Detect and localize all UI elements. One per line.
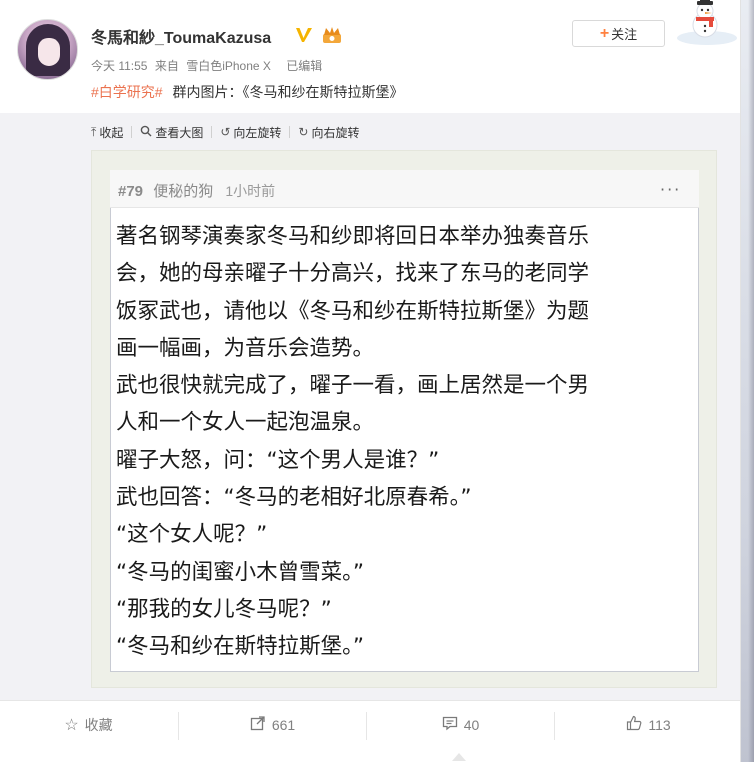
comment-count: 40 [463, 717, 480, 733]
rotate-left-button[interactable]: ↺ 向左旋转 [220, 124, 281, 141]
post-body: 群内图片：《冬马和纱在斯特拉斯堡》 [172, 84, 404, 100]
post-meta: 今天 11:55 来自 雪白色iPhone X 已编辑 [91, 57, 326, 74]
comment-expanded-caret [452, 753, 466, 761]
story-line: 曜子大怒，问：“这个男人是谁？” [116, 447, 440, 473]
story-line: “那我的女儿冬马呢？” [116, 596, 332, 622]
thumbs-up-icon [626, 715, 642, 736]
forum-post-text: 著名钢琴演奏家冬马和纱即将回日本举办独奏音乐 会，她的母亲曜子十分高兴，找来了东… [116, 218, 696, 666]
rotate-left-label: 向左旋转 [233, 125, 282, 140]
story-line: 饭冢武也，请他以《冬马和纱在斯特拉斯堡》为题 [116, 298, 590, 324]
edited-label[interactable]: 已编辑 [286, 59, 322, 73]
action-divider [178, 712, 179, 740]
follow-button[interactable]: + 关注 [572, 20, 665, 47]
share-icon [250, 715, 266, 736]
vip-crown-icon[interactable] [320, 26, 344, 44]
rotate-right-button[interactable]: ↻ 向右旋转 [298, 124, 359, 141]
star-icon: ☆ [64, 717, 79, 734]
story-line: “这个女人呢？” [116, 522, 268, 548]
story-line: 人和一个女人一起泡温泉。 [116, 410, 375, 436]
avatar[interactable] [17, 19, 78, 80]
repost-button[interactable]: 661 [184, 708, 361, 742]
story-line: 画一幅画，为音乐会造势。 [116, 335, 375, 361]
magnifier-icon [140, 125, 152, 140]
verified-icon[interactable] [294, 26, 314, 44]
forum-post-header: #79 便秘的狗 1小时前 [118, 180, 275, 201]
favorite-label: 收藏 [84, 717, 113, 733]
forum-post-number: #79 [118, 183, 144, 200]
story-line: “冬马和纱在斯特拉斯堡。” [116, 634, 365, 660]
toolbar-divider [211, 126, 213, 138]
story-line: 武也很快就完成了，曜子一看，画上居然是一个男 [116, 373, 590, 399]
post-source[interactable]: 雪白色iPhone X [186, 59, 271, 73]
collapse-label: 收起 [99, 125, 124, 140]
like-button[interactable]: 113 [560, 708, 737, 742]
post-time[interactable]: 今天 11:55 [91, 59, 147, 73]
toolbar-divider [131, 126, 133, 138]
favorite-button[interactable]: ☆ 收藏 [0, 708, 177, 742]
story-line: 武也回答：“冬马的老相好北原春希。” [116, 485, 472, 511]
view-large-label: 查看大图 [155, 125, 204, 140]
action-divider [554, 712, 555, 740]
post-text: #白学研究# 群内图片：《冬马和纱在斯特拉斯堡》 [91, 82, 409, 102]
more-icon: ··· [660, 180, 682, 199]
collapse-button[interactable]: ⤒ 收起 [91, 124, 123, 141]
like-count: 113 [648, 717, 671, 733]
rotate-right-icon: ↻ [298, 125, 309, 139]
repost-count: 661 [271, 717, 296, 733]
arrow-up-icon: ⤒ [91, 124, 97, 139]
action-divider [366, 712, 367, 740]
plus-icon: + [599, 24, 610, 42]
story-line: “冬马的闺蜜小木曾雪菜。” [116, 559, 365, 585]
story-line: 会，她的母亲曜子十分高兴，找来了东马的老同学 [116, 261, 590, 287]
forum-post-time: 1小时前 [225, 183, 276, 199]
toolbar-divider [289, 126, 291, 138]
view-large-button[interactable]: 查看大图 [140, 124, 203, 141]
source-prefix: 来自 [154, 59, 179, 73]
media-toolbar: ⤒ 收起 查看大图 ↺ 向左旋转 ↻ 向右旋转 [91, 122, 360, 142]
hashtag-link[interactable]: #白学研究# [91, 84, 163, 100]
rotate-left-icon: ↺ [220, 125, 231, 139]
comment-icon [442, 715, 458, 736]
forum-poster-name: 便秘的狗 [153, 183, 214, 200]
rotate-right-label: 向右旋转 [311, 125, 360, 140]
username[interactable]: 冬馬和紗_ToumaKazusa [91, 24, 271, 48]
snowman-decoration-icon [677, 0, 737, 45]
follow-label: 关注 [611, 27, 638, 42]
story-line: 著名钢琴演奏家冬马和纱即将回日本举办独奏音乐 [116, 224, 590, 249]
comment-button[interactable]: 40 [372, 708, 549, 742]
page-edge-background [740, 0, 754, 762]
